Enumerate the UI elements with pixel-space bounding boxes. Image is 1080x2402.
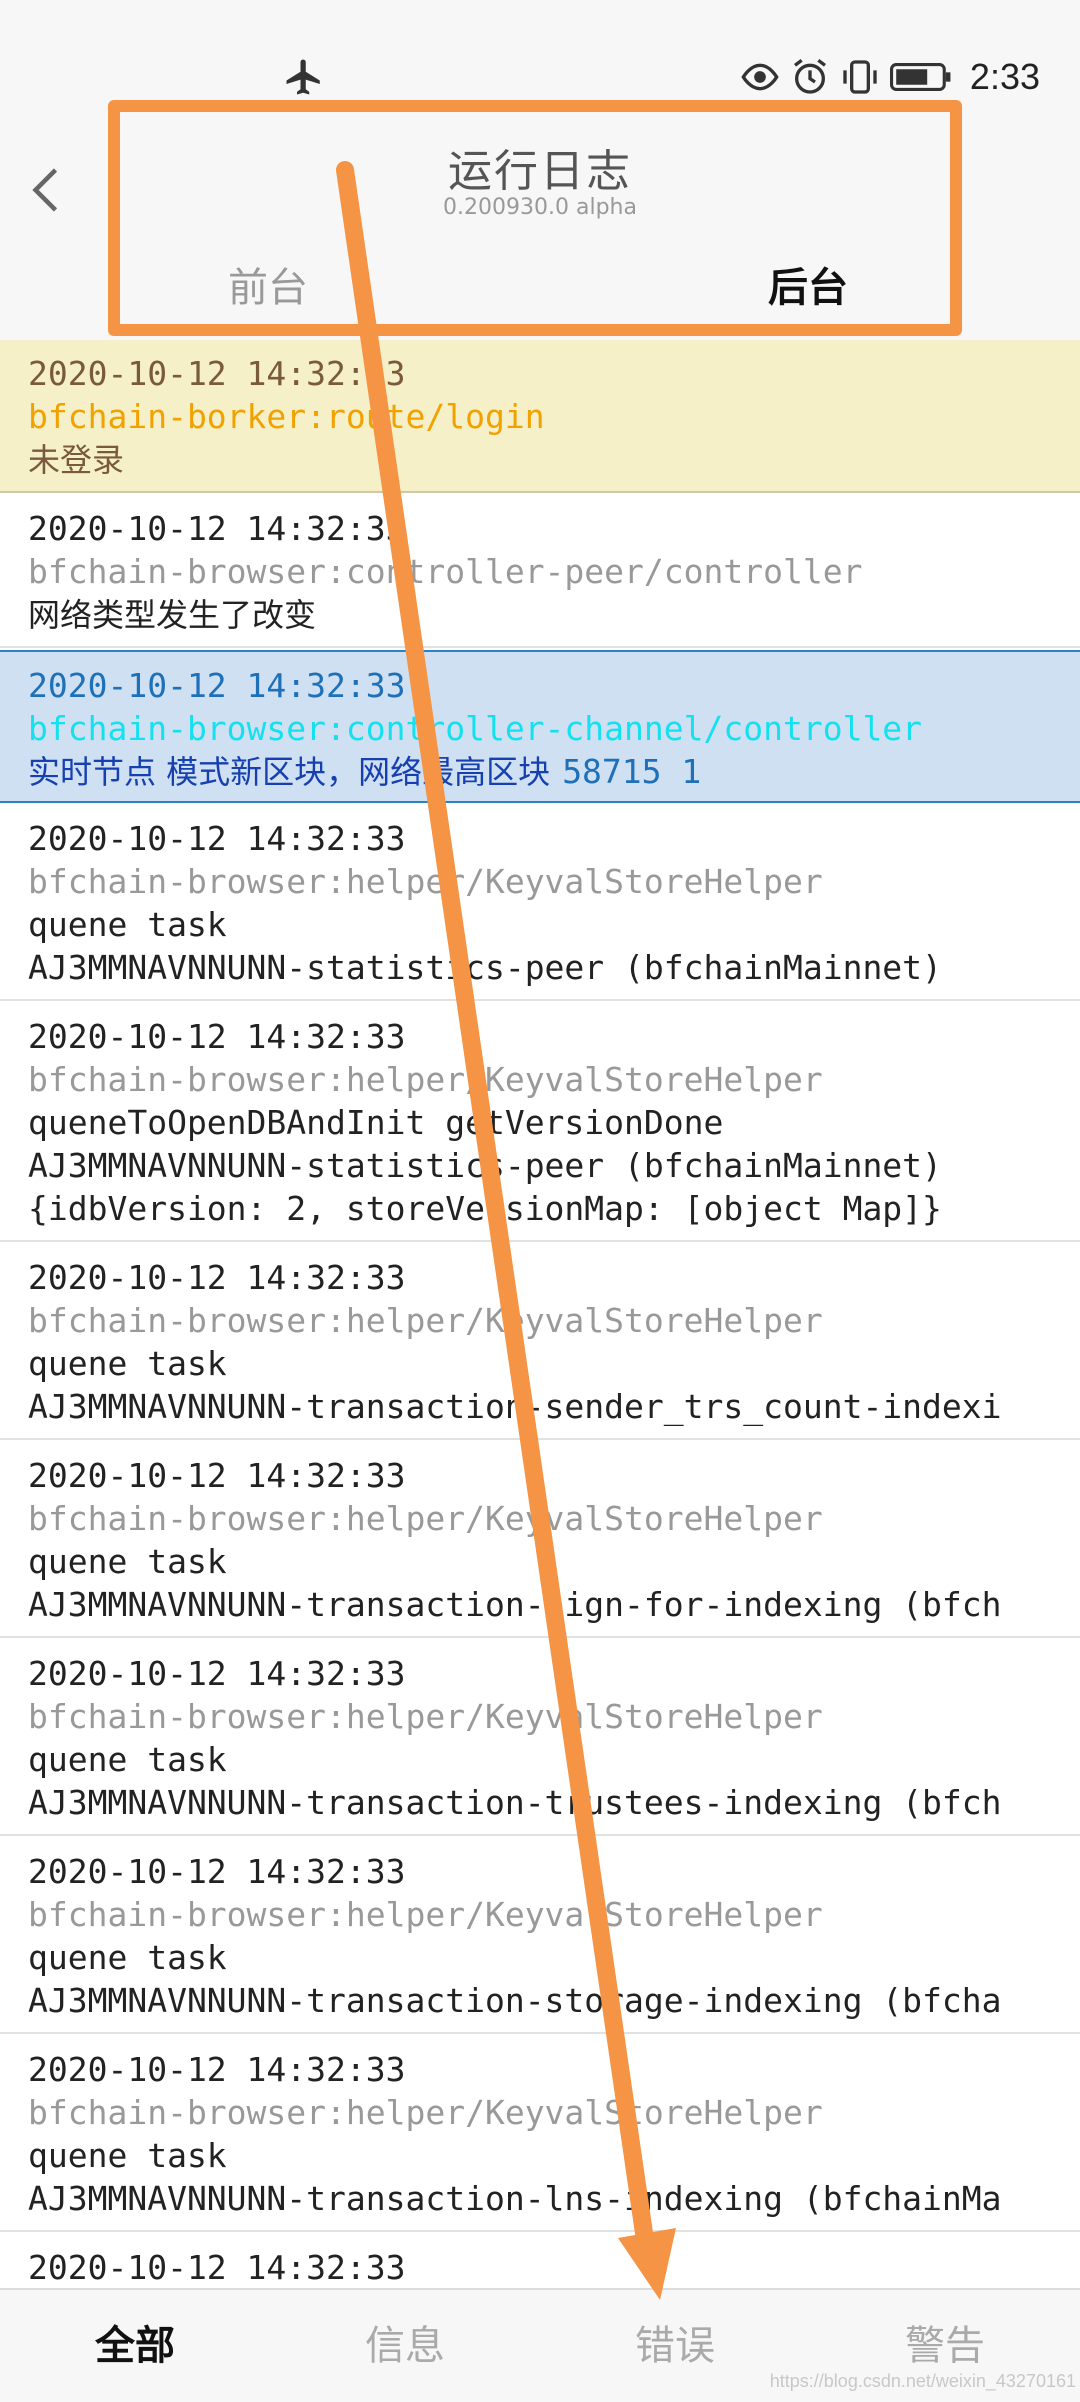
log-source: bfchain-browser:helper/KeyvalStoreHelper [28,1895,823,1934]
log-message-line: {idbVersion: 2, storeVersionMap: [object… [28,1187,1052,1230]
eye-icon [741,63,779,91]
log-message-text: AJ3MMNAVNNUNN-transaction-sender_trs_cou… [28,1387,1002,1426]
log-message-line: AJ3MMNAVNNUNN-transaction-sign-for-index… [28,1583,1052,1626]
log-source: bfchain-browser:helper/KeyvalStoreHelper [28,1060,823,1099]
log-entry[interactable]: 2020-10-12 14:32:33 bfchain-browser:helpe… [0,1244,1080,1440]
log-message-text: quene task [28,1938,227,1977]
log-message-text: 未登录 [28,441,125,479]
filter-tab-all[interactable]: 全部 [0,2290,270,2402]
log-message-line: AJ3MMNAVNNUNN-statistics-peer (bfchainMa… [28,1144,1052,1187]
log-timestamp: 2020-10-12 14:32:33 [28,1258,406,1297]
log-message-text: AJ3MMNAVNNUNN-transaction-lns-indexing (… [28,2179,1002,2218]
log-message-line: quene task [28,903,1052,946]
log-message-text: AJ3MMNAVNNUNN-statistics-peer (bfchainMa… [28,1146,942,1185]
log-message-text: 实时节点 模式新区块，网络最高区块 [28,753,551,791]
log-message-line: AJ3MMNAVNNUNN-transaction-lns-indexing (… [28,2177,1052,2220]
log-entry[interactable]: 2020-10-12 14:32:33 bfchain-browser:helpe… [0,1003,1080,1242]
log-message-line: AJ3MMNAVNNUNN-transaction-sender_trs_cou… [28,1385,1052,1428]
log-source: bfchain-browser:helper/KeyvalStoreHelper [28,1301,823,1340]
log-timestamp: 2020-10-12 14:32:33 [28,354,406,393]
log-source: bfchain-browser:helper/KeyvalStoreHelper [28,2093,823,2132]
log-message-line: quene task [28,1342,1052,1385]
log-message-text: {idbVersion: 2, storeVersionMap: [object… [28,1189,942,1228]
log-source: bfchain-browser:controller-peer/controll… [28,552,863,591]
log-entry[interactable]: 2020-10-12 14:32:33 bfchain-browser:contr… [0,495,1080,648]
log-timestamp: 2020-10-12 14:32:33 [28,1852,406,1891]
log-message-text: AJ3MMNAVNNUNN-statistics-peer (bfchainMa… [28,948,942,987]
log-message-text: quene task [28,905,227,944]
log-message-text: quene task [28,1740,227,1779]
tab-foreground[interactable]: 前台 [228,255,308,313]
log-timestamp: 2020-10-12 14:32:33 [28,2248,406,2287]
log-timestamp: 2020-10-12 14:32:33 [28,1654,406,1693]
log-timestamp: 2020-10-12 14:32:33 [28,1456,406,1495]
log-timestamp: 2020-10-12 14:32:33 [28,1017,406,1056]
battery-icon [889,63,951,91]
log-source: bfchain-browser:helper/KeyvalStoreHelper [28,1697,823,1736]
version-subtitle: 0.200930.0 alpha [443,195,637,220]
log-message-text: 网络类型发生了改变 [28,596,317,634]
status-time: 2:33 [969,56,1040,97]
log-entry[interactable]: 2020-10-12 14:32:33 bfchain-browser:contr… [0,650,1080,803]
log-timestamp: 2020-10-12 14:32:33 [28,666,406,705]
log-entry[interactable]: 2020-10-12 14:32:33 bfchain-borker:route/… [0,340,1080,493]
log-list[interactable]: 2020-10-12 14:32:33 bfchain-borker:route/… [0,340,1080,2288]
log-message-line: AJ3MMNAVNNUNN-transaction-storage-indexi… [28,1979,1052,2022]
vibrate-icon [843,60,877,94]
status-icons: 2:33 [740,56,1040,98]
log-source: bfchain-browser:controller-channel/contr… [28,709,923,748]
page-title: 运行日志 [448,146,632,197]
log-message-line: 网络类型发生了改变 [28,593,1052,636]
watermark: https://blog.csdn.net/weixin_43270161 [769,2371,1076,2391]
log-message-line: quene task [28,1936,1052,1979]
log-source: bfchain-browser:helper/KeyvalStoreHelper [28,1499,823,1538]
log-message-text: AJ3MMNAVNNUNN-transaction-trustees-index… [28,1783,1002,1822]
log-source: bfchain-borker:route/login [28,397,545,436]
airplane-icon [286,59,320,95]
log-timestamp: 2020-10-12 14:32:33 [28,819,406,858]
log-message-line: quene task [28,2134,1052,2177]
log-timestamp: 2020-10-12 14:32:33 [28,2050,406,2089]
tab-background[interactable]: 后台 [768,255,848,313]
log-message-text: queneToOpenDBAndInit getVersionDone [28,1103,724,1142]
log-source: bfchain-browser:helper/KeyvalStoreHelper [28,862,823,901]
log-message-text: AJ3MMNAVNNUNN-transaction-sign-for-index… [28,1585,1002,1624]
log-message-text: AJ3MMNAVNNUNN-transaction-storage-indexi… [28,1981,1002,2020]
log-entry[interactable]: 2020-10-12 14:32:33 bfchain-browser:helpe… [0,2036,1080,2232]
log-message-line: 实时节点 模式新区块，网络最高区块 58715 1 [28,750,1052,793]
status-bar: 2:33 [0,0,1080,140]
log-message-line: quene task [28,1738,1052,1781]
log-message-text: quene task [28,2136,227,2175]
log-entry[interactable]: 2020-10-12 14:32:33bfchain-browser:helpe… [0,2234,1080,2288]
filter-tab-info[interactable]: 信息 [270,2290,540,2402]
log-message-text: quene task [28,1344,227,1383]
log-entry[interactable]: 2020-10-12 14:32:33 bfchain-browser:helpe… [0,1838,1080,2034]
log-block-height: 58715 1 [562,752,702,791]
log-message-line: quene task [28,1540,1052,1583]
log-message-line: queneToOpenDBAndInit getVersionDone [28,1101,1052,1144]
log-message-line: AJ3MMNAVNNUNN-statistics-peer (bfchainMa… [28,946,1052,989]
log-entry[interactable]: 2020-10-12 14:32:33 bfchain-browser:helpe… [0,1640,1080,1836]
log-message-line: AJ3MMNAVNNUNN-transaction-trustees-index… [28,1781,1052,1824]
log-message-line: 未登录 [28,438,1052,481]
log-entry[interactable]: 2020-10-12 14:32:33 bfchain-browser:helpe… [0,1442,1080,1638]
alarm-icon [793,59,826,94]
log-timestamp: 2020-10-12 14:32:33 [28,509,406,548]
log-message-text: quene task [28,1542,227,1581]
log-entry[interactable]: 2020-10-12 14:32:33 bfchain-browser:helpe… [0,805,1080,1001]
